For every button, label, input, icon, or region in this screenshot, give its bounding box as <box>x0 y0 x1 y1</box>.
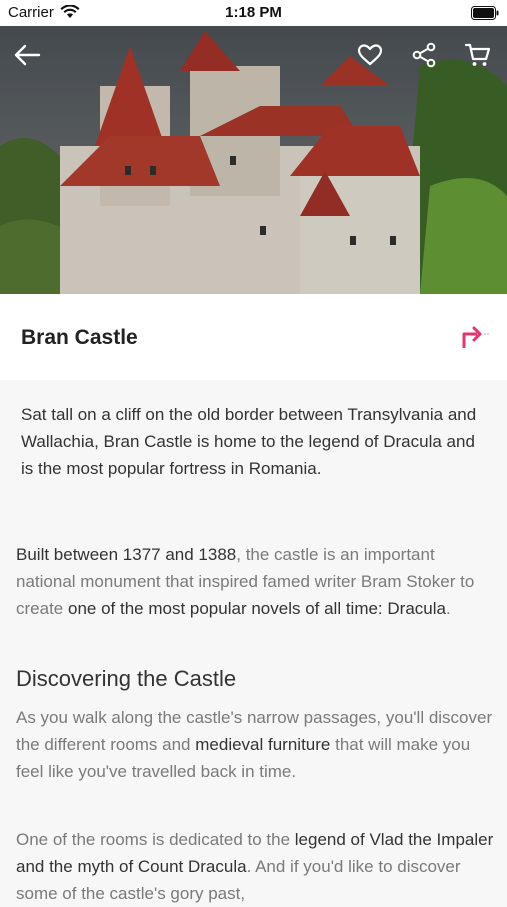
paragraph-rooms: As you walk along the castle's narrow pa… <box>16 708 493 781</box>
directions-button[interactable] <box>460 324 490 355</box>
place-title: Bran Castle <box>21 326 138 349</box>
paragraph-history: Built between 1377 and 1388, the castle … <box>16 545 475 618</box>
clock: 1:18 PM <box>225 4 282 21</box>
intro-paragraph: Sat tall on a cliff on the old border be… <box>21 405 477 478</box>
paragraph-legend: One of the rooms is dedicated to the leg… <box>16 830 494 903</box>
directions-icon <box>462 326 489 348</box>
cart-icon <box>464 43 491 66</box>
place-header: Bran Castle <box>0 294 507 380</box>
highlight-furniture: medieval furniture <box>195 735 331 754</box>
hero-image <box>0 26 507 294</box>
favorite-button[interactable] <box>355 40 385 70</box>
heart-icon <box>357 44 383 66</box>
section-heading: Discovering the Castle <box>16 666 237 691</box>
highlight-dates: Built between 1377 and 1388 <box>16 545 237 564</box>
battery-icon <box>471 6 499 25</box>
highlight-novel: one of the most popular novels of all ti… <box>67 599 446 618</box>
arrow-left-icon <box>14 44 41 66</box>
share-icon <box>412 42 436 68</box>
cart-button[interactable] <box>463 40 493 70</box>
back-button[interactable] <box>12 40 42 70</box>
status-bar: Carrier 1:18 PM <box>0 0 507 26</box>
share-button[interactable] <box>409 40 439 70</box>
